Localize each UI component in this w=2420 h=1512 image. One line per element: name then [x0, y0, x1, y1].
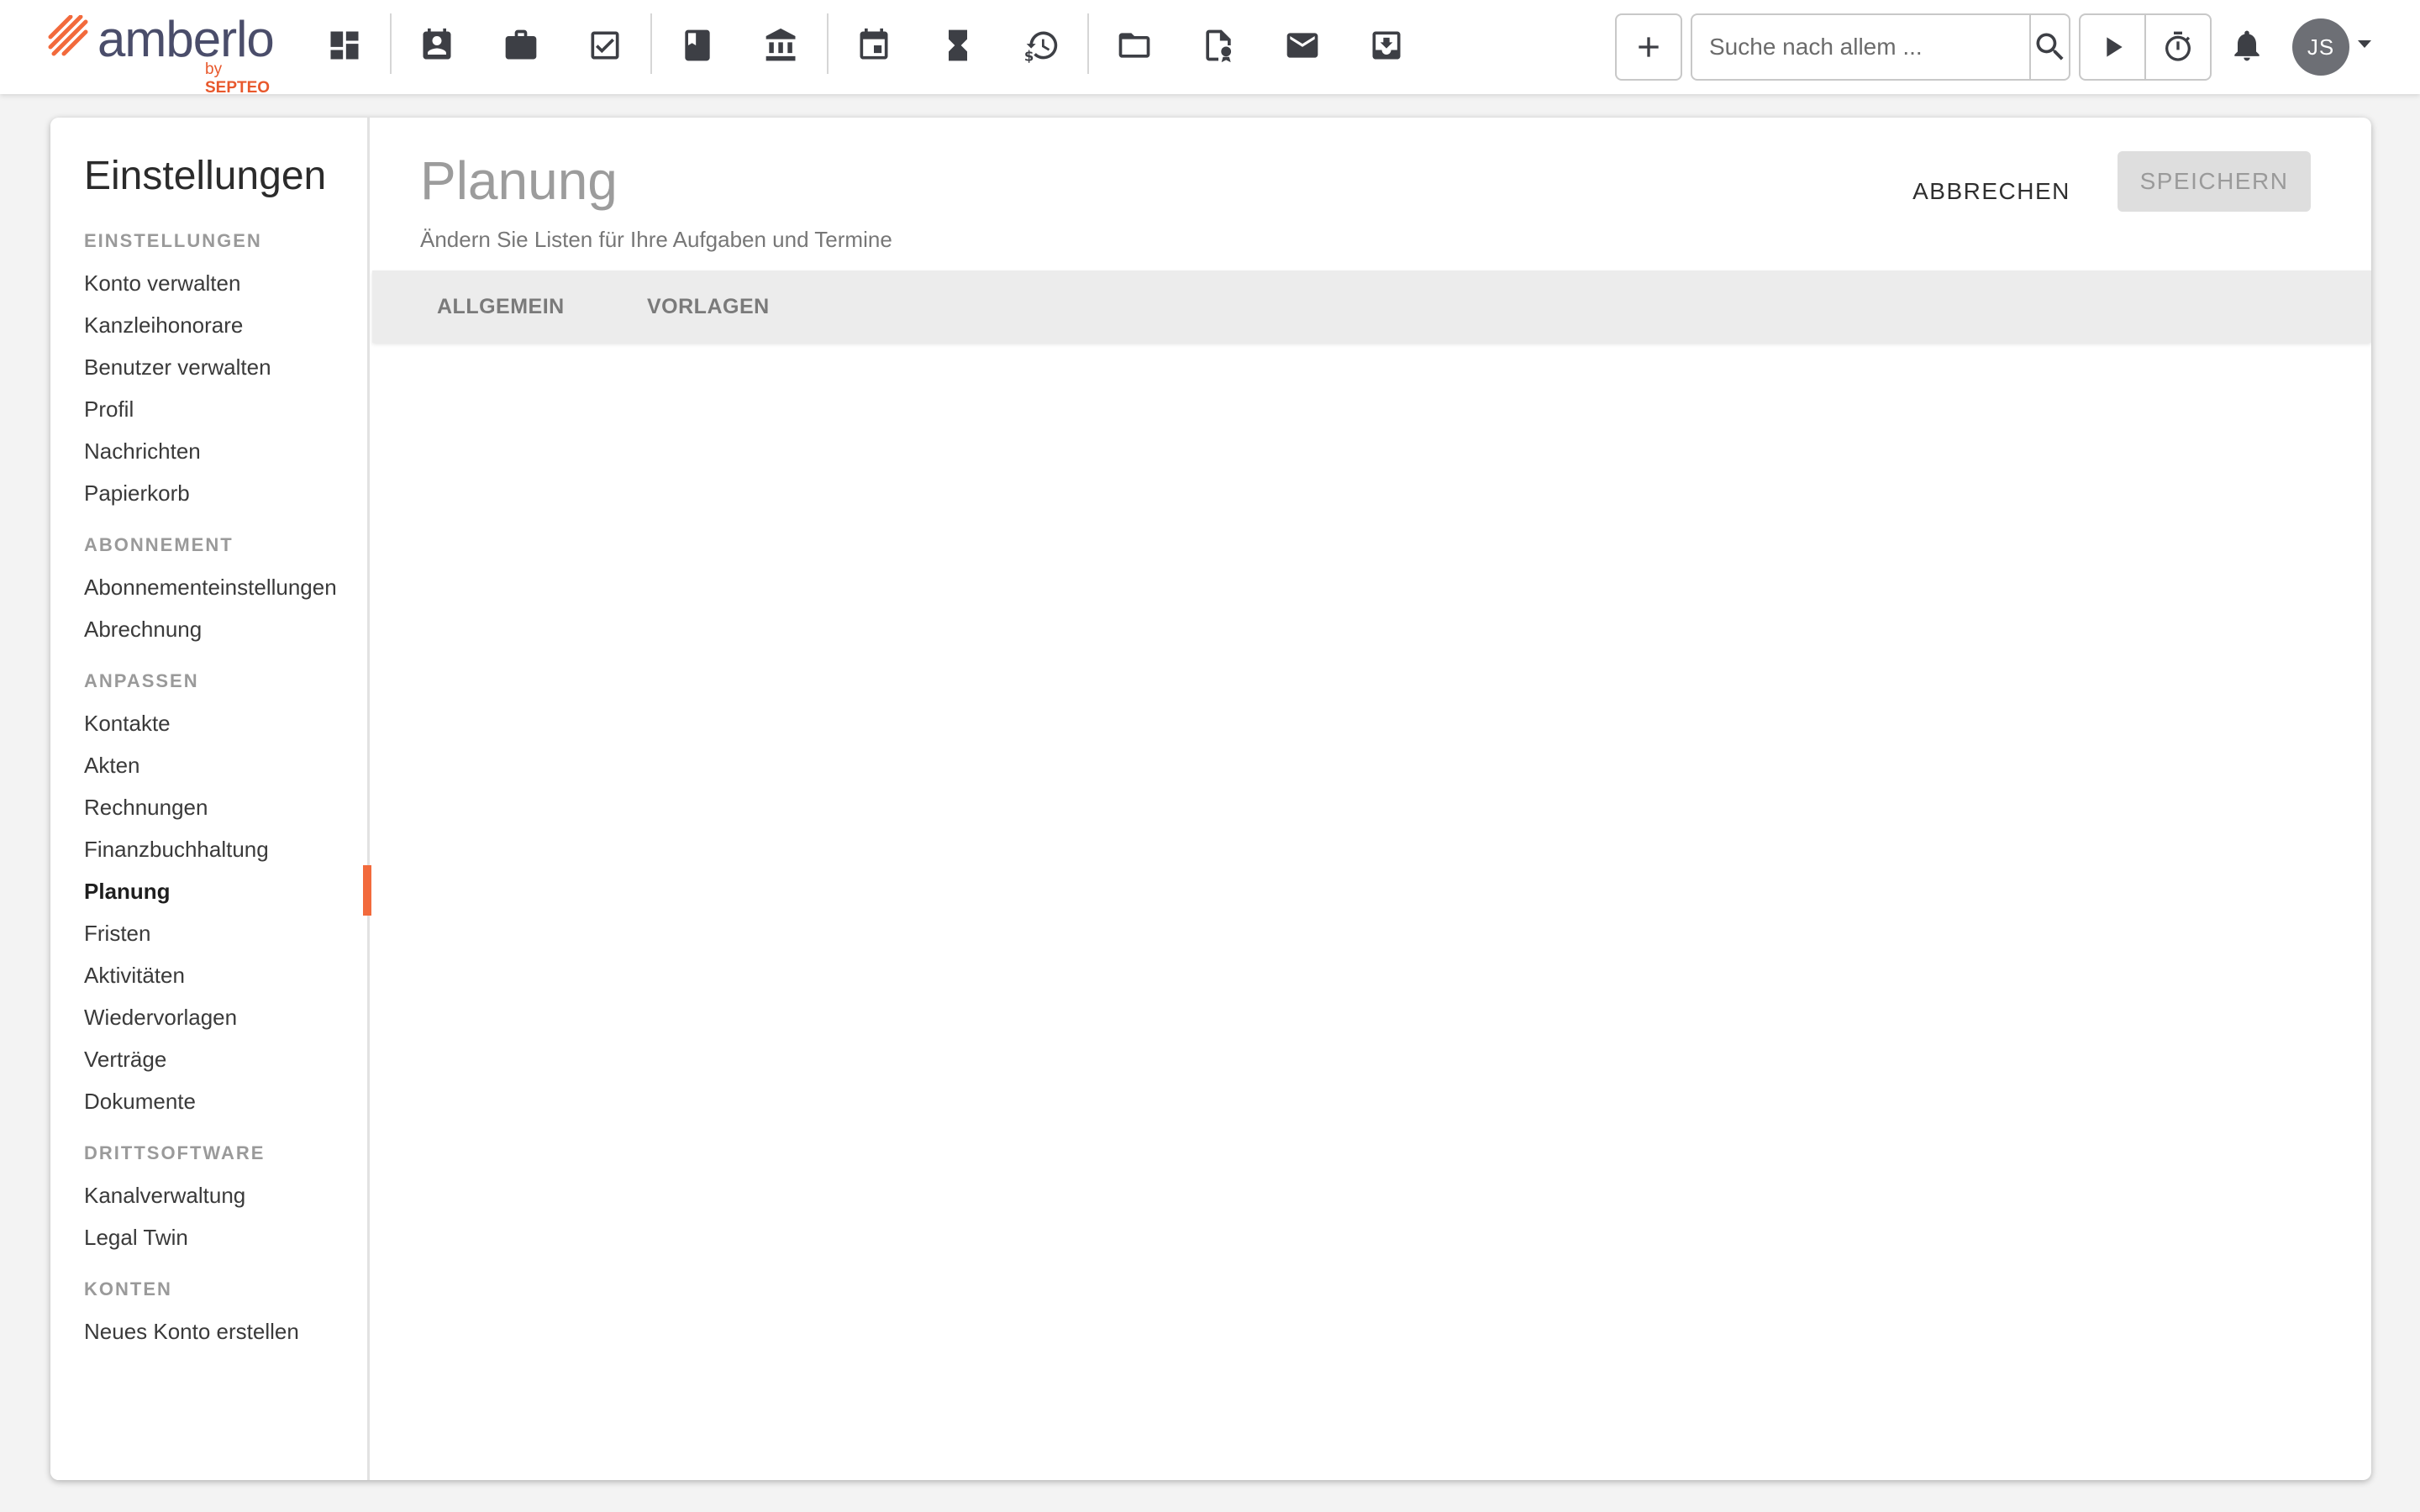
sidebar-item-konto-verwalten[interactable]: Konto verwalten: [84, 262, 370, 304]
save-button[interactable]: SPEICHERN: [2118, 151, 2311, 212]
sidebar-item-wiedervorlagen[interactable]: Wiedervorlagen: [84, 996, 370, 1038]
sidebar-item-vertraege[interactable]: Verträge: [84, 1038, 370, 1080]
mail-icon[interactable]: [1276, 18, 1329, 72]
cancel-button[interactable]: ABBRECHEN: [1903, 165, 2080, 218]
chevron-down-icon[interactable]: [2358, 40, 2371, 48]
sidebar-item-kanzleihonorare[interactable]: Kanzleihonorare: [84, 304, 370, 346]
logo-wordmark: amberlo: [97, 11, 275, 67]
sidebar-item-legal-twin[interactable]: Legal Twin: [84, 1216, 370, 1258]
sidebar-item-rechnungen[interactable]: Rechnungen: [84, 786, 370, 828]
start-timer-button[interactable]: [2079, 13, 2146, 81]
document-certificate-icon[interactable]: [1192, 18, 1245, 72]
sidebar-item-kanalverwaltung[interactable]: Kanalverwaltung: [84, 1174, 370, 1216]
add-new-button[interactable]: [1615, 13, 1682, 81]
calendar-icon[interactable]: [847, 18, 901, 72]
logo-stripes-icon: [48, 15, 88, 56]
plus-icon: [1639, 37, 1659, 57]
amberlo-logo[interactable]: amberlo by SEPTEO: [47, 10, 291, 97]
dashboard-icon[interactable]: [318, 18, 371, 72]
settings-sidebar: Einstellungen EINSTELLUNGEN Konto verwal…: [50, 118, 371, 1480]
play-icon: [2107, 37, 2123, 57]
sidebar-item-nachrichten[interactable]: Nachrichten: [84, 430, 370, 472]
page-subtitle: Ändern Sie Listen für Ihre Aufgaben und …: [420, 227, 892, 252]
active-item-indicator: [363, 865, 371, 916]
sidebar-item-aktivitaeten[interactable]: Aktivitäten: [84, 954, 370, 996]
page-title: Planung: [420, 150, 618, 211]
nav-divider: [390, 13, 392, 74]
tab-bar: ALLGEMEIN VORLAGEN: [372, 270, 2371, 343]
search-button[interactable]: [2029, 15, 2069, 79]
matters-briefcase-icon[interactable]: [494, 18, 548, 72]
logo-byline: by SEPTEO: [205, 60, 271, 97]
sidebar-item-benutzer-verwalten[interactable]: Benutzer verwalten: [84, 346, 370, 388]
nav-divider: [1087, 13, 1089, 74]
bank-icon[interactable]: [755, 18, 808, 72]
search-icon: [2036, 33, 2064, 60]
sidebar-item-finanzbuchhaltung[interactable]: Finanzbuchhaltung: [84, 828, 370, 870]
sidebar-section-heading: ABONNEMENT: [84, 534, 234, 555]
sidebar-title: Einstellungen: [84, 154, 327, 198]
sidebar-section-heading: DRITTSOFTWARE: [84, 1142, 266, 1163]
time-billing-icon[interactable]: $: [1015, 18, 1069, 72]
sidebar-section-heading: KONTEN: [84, 1278, 172, 1299]
stopwatch-icon: [2165, 31, 2191, 61]
sidebar-item-akten[interactable]: Akten: [84, 744, 370, 786]
user-avatar[interactable]: JS: [2292, 18, 2349, 76]
sidebar-item-fristen[interactable]: Fristen: [84, 912, 370, 954]
tasks-check-icon[interactable]: [578, 18, 632, 72]
global-search: [1691, 13, 2070, 81]
contacts-icon[interactable]: [410, 18, 464, 72]
inbox-download-icon[interactable]: [1360, 18, 1413, 72]
tab-vorlagen[interactable]: VORLAGEN: [647, 270, 770, 343]
sidebar-item-neues-konto-erstellen[interactable]: Neues Konto erstellen: [84, 1310, 370, 1352]
book-icon[interactable]: [671, 18, 724, 72]
sidebar-item-abonnementeinstellungen[interactable]: Abonnementeinstellungen: [84, 566, 370, 608]
hourglass-icon[interactable]: [931, 18, 985, 72]
settings-card: Einstellungen EINSTELLUNGEN Konto verwal…: [50, 118, 2371, 1480]
notifications-bell-icon[interactable]: [2220, 18, 2274, 72]
folder-icon[interactable]: [1107, 18, 1161, 72]
main-content: Planung Ändern Sie Listen für Ihre Aufga…: [372, 118, 2371, 1480]
sidebar-item-abrechnung[interactable]: Abrechnung: [84, 608, 370, 650]
sidebar-item-profil[interactable]: Profil: [84, 388, 370, 430]
stopwatch-button[interactable]: [2144, 13, 2212, 81]
sidebar-item-dokumente[interactable]: Dokumente: [84, 1080, 370, 1122]
search-input[interactable]: [1692, 15, 2029, 79]
sidebar-section-heading: ANPASSEN: [84, 670, 199, 691]
sidebar-item-papierkorb[interactable]: Papierkorb: [84, 472, 370, 514]
svg-text:$: $: [1024, 48, 1034, 64]
sidebar-item-planung[interactable]: Planung: [84, 870, 370, 912]
tab-allgemein[interactable]: ALLGEMEIN: [437, 270, 565, 343]
sidebar-section-heading: EINSTELLUNGEN: [84, 230, 262, 251]
top-navigation-bar: amberlo by SEPTEO $ Suche nach allem ...…: [0, 0, 2420, 97]
sidebar-item-kontakte[interactable]: Kontakte: [84, 702, 370, 744]
nav-divider: [650, 13, 652, 74]
nav-divider: [827, 13, 829, 74]
